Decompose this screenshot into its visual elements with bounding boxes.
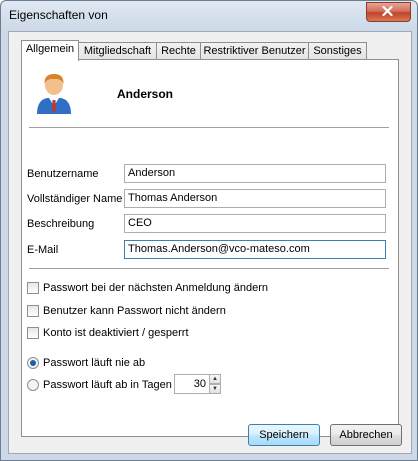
- user-avatar-icon: [37, 74, 71, 114]
- description-label: Beschreibung: [27, 218, 95, 230]
- password-never-expires-radio[interactable]: [27, 357, 39, 369]
- cancel-button[interactable]: Abbrechen: [330, 424, 402, 446]
- close-icon: [382, 6, 393, 16]
- tab-allgemein[interactable]: Allgemein: [21, 40, 79, 61]
- email-input[interactable]: Thomas.Anderson@vco-mateso.com: [124, 240, 386, 259]
- dialog-body: Allgemein Mitgliedschaft Rechte Restrikt…: [8, 31, 412, 454]
- properties-window: Eigenschaften von Allgemein Mitgliedscha…: [0, 0, 418, 461]
- user-display-name: Anderson: [117, 87, 174, 101]
- account-disabled-checkbox[interactable]: [27, 327, 39, 339]
- tab-restriktiver-benutzer[interactable]: Restriktiver Benutzer: [200, 42, 309, 60]
- divider: [29, 268, 389, 269]
- cannot-change-password-checkbox[interactable]: [27, 305, 39, 317]
- window-title: Eigenschaften von: [9, 8, 108, 22]
- tab-panel-allgemein: Anderson Benutzername Anderson Vollständ…: [21, 59, 399, 437]
- description-input[interactable]: CEO: [124, 214, 386, 233]
- tab-mitgliedschaft[interactable]: Mitgliedschaft: [78, 42, 157, 60]
- close-button[interactable]: [366, 2, 411, 22]
- fullname-input[interactable]: Thomas Anderson: [124, 189, 386, 208]
- tab-rechte[interactable]: Rechte: [156, 42, 201, 60]
- fullname-label: Vollständiger Name: [27, 193, 123, 205]
- title-bar[interactable]: Eigenschaften von: [1, 1, 417, 31]
- save-button[interactable]: Speichern: [248, 424, 320, 446]
- tab-sonstiges[interactable]: Sonstiges: [308, 42, 367, 60]
- spin-down-icon[interactable]: ▼: [209, 384, 221, 394]
- change-password-label[interactable]: Passwort bei der nächsten Anmeldung ände…: [43, 282, 268, 294]
- change-password-checkbox[interactable]: [27, 282, 39, 294]
- spin-up-icon[interactable]: ▲: [209, 374, 221, 384]
- password-expires-radio[interactable]: [27, 379, 39, 391]
- username-label: Benutzername: [27, 168, 99, 180]
- expiry-days-input[interactable]: 30: [174, 374, 210, 394]
- password-never-expires-label[interactable]: Passwort läuft nie ab: [43, 357, 145, 369]
- username-input[interactable]: Anderson: [124, 164, 386, 183]
- email-label: E-Mail: [27, 244, 59, 256]
- cannot-change-password-label[interactable]: Benutzer kann Passwort nicht ändern: [43, 305, 226, 317]
- expiry-days-stepper: 30 ▲ ▼: [174, 374, 222, 394]
- account-disabled-label[interactable]: Konto ist deaktiviert / gesperrt: [43, 327, 189, 339]
- divider: [29, 127, 389, 128]
- password-expires-label[interactable]: Passwort läuft ab in Tagen: [43, 379, 172, 391]
